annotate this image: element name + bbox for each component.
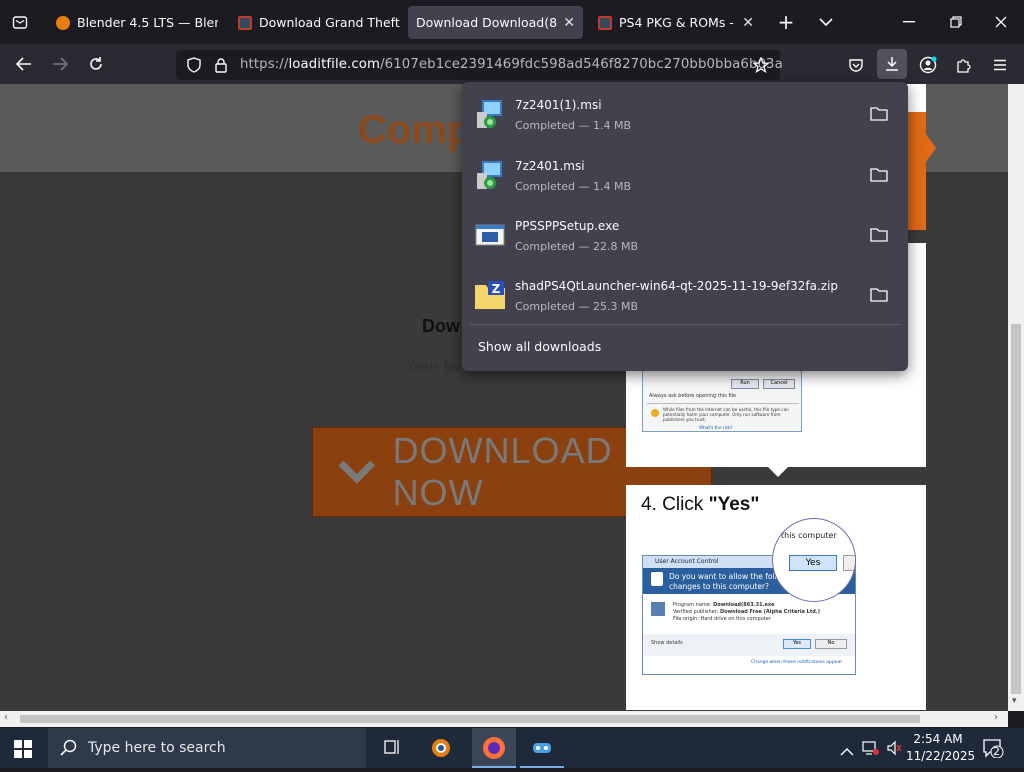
reload-button[interactable] (84, 52, 108, 76)
hscroll-thumb[interactable] (20, 715, 920, 723)
chevron-up-icon[interactable] (840, 742, 854, 761)
list-all-tabs-icon[interactable] (8, 10, 32, 34)
tab-download-active[interactable]: Download Download(863.9 ✕ (408, 6, 583, 39)
blender-taskbar-icon[interactable] (426, 734, 460, 764)
cancel-button: Cancel (763, 379, 795, 389)
scroll-left-arrow-icon[interactable]: ‹ (4, 712, 8, 723)
always-ask-text: Always ask before opening this file (649, 393, 737, 399)
app-taskbar-icon[interactable] (520, 728, 564, 768)
extensions-puzzle-icon[interactable] (953, 54, 975, 76)
step4-card: 4. Click "Yes" User Account Control Do y… (626, 485, 926, 710)
program-icon (651, 602, 665, 616)
restore-button[interactable] (943, 10, 969, 34)
horizontal-scrollbar[interactable]: ‹ › (0, 711, 1008, 727)
downloads-panel: 7z2401(1).msi Completed — 1.4 MB 7z2401.… (462, 82, 908, 371)
site-favicon-icon (598, 15, 612, 30)
back-button[interactable] (12, 52, 36, 76)
run-button: Run (731, 379, 759, 389)
downloads-button[interactable] (877, 49, 907, 79)
speech-pointer (768, 467, 788, 477)
tab-blender[interactable]: Blender 4.5 LTS — Blen (48, 6, 226, 39)
exe-setup-icon (475, 224, 505, 246)
tab-overflow-chevron-icon[interactable] (814, 10, 838, 34)
volume-icon[interactable] (886, 740, 904, 760)
tab-download-gta[interactable]: Download Grand Theft (230, 6, 408, 39)
new-tab-button[interactable]: + (774, 10, 798, 34)
panel-divider (470, 324, 900, 325)
msi-installer-icon (477, 100, 502, 128)
folder-icon[interactable] (870, 287, 888, 303)
bookmark-star-icon[interactable] (750, 54, 772, 76)
scroll-down-arrow-icon[interactable]: ▾ (1012, 696, 1017, 706)
network-icon[interactable] (862, 740, 880, 760)
download-item[interactable]: 7z2401.msi Completed — 1.4 MB (462, 145, 908, 205)
firefox-taskbar-icon[interactable] (472, 728, 516, 768)
download-item[interactable]: Z shadPS4QtLauncher-win64-qt-2025-11-19-… (462, 265, 908, 325)
tracking-protection-shield-icon[interactable] (184, 54, 204, 76)
scroll-right-arrow-icon[interactable]: › (994, 712, 998, 723)
search-icon (60, 739, 77, 756)
svg-text:Z: Z (492, 282, 501, 296)
account-icon[interactable] (917, 54, 939, 76)
tab-ps4-pkg[interactable]: PS4 PKG & ROMs - Play ✕ (590, 6, 762, 39)
folder-icon[interactable] (870, 106, 888, 122)
step3-dialog-image: Run Cancel Always ask before opening thi… (642, 364, 802, 432)
scrollbar-thumb[interactable] (1011, 324, 1021, 694)
vertical-scrollbar[interactable]: ▾ (1008, 84, 1024, 711)
url-text[interactable]: https://loaditfile.com/6107eb1ce2391469f… (240, 57, 783, 72)
close-window-button[interactable] (988, 10, 1014, 34)
notification-center-icon[interactable]: 2 (982, 738, 1008, 760)
minimize-button[interactable] (896, 10, 922, 34)
lock-icon[interactable] (211, 54, 231, 76)
windows-start-icon[interactable] (14, 740, 32, 758)
risk-link: What's the risk? (699, 425, 733, 430)
uac-shield-icon (651, 572, 663, 586)
uac-yes-zoomed: Yes (789, 555, 837, 571)
zip-archive-icon: Z (475, 281, 505, 309)
download-item[interactable]: 7z2401(1).msi Completed — 1.4 MB (462, 84, 908, 144)
step4-instruction: 4. Click "Yes" (641, 494, 760, 515)
clock[interactable]: 2:54 AM 11/22/2025 (906, 731, 975, 765)
app-menu-hamburger-icon[interactable] (989, 54, 1011, 76)
msi-installer-icon (477, 161, 502, 189)
step3-warning-text: While files from the Internet can be use… (663, 407, 789, 422)
forward-button[interactable] (48, 52, 72, 76)
folder-icon[interactable] (870, 167, 888, 183)
download-subtitle: Your fre (406, 358, 463, 375)
pocket-icon[interactable] (845, 54, 867, 76)
download-title: Dow (422, 316, 460, 336)
blender-icon (56, 15, 70, 30)
show-all-downloads-button[interactable]: Show all downloads (478, 339, 601, 354)
orange-arrow-head (926, 134, 936, 162)
chevron-down-icon (338, 460, 376, 484)
taskbar-search-box[interactable]: Type here to search (48, 728, 366, 768)
download-item[interactable]: PPSSPPSetup.exe Completed — 22.8 MB (462, 205, 908, 265)
close-tab-icon[interactable]: ✕ (563, 15, 575, 31)
folder-icon[interactable] (870, 227, 888, 243)
shield-warning-icon (651, 409, 659, 417)
close-tab-icon[interactable]: ✕ (742, 15, 754, 31)
site-favicon-icon (238, 15, 252, 30)
uac-zoom-circle: this computer Yes (772, 518, 856, 602)
task-view-icon[interactable] (382, 738, 404, 758)
